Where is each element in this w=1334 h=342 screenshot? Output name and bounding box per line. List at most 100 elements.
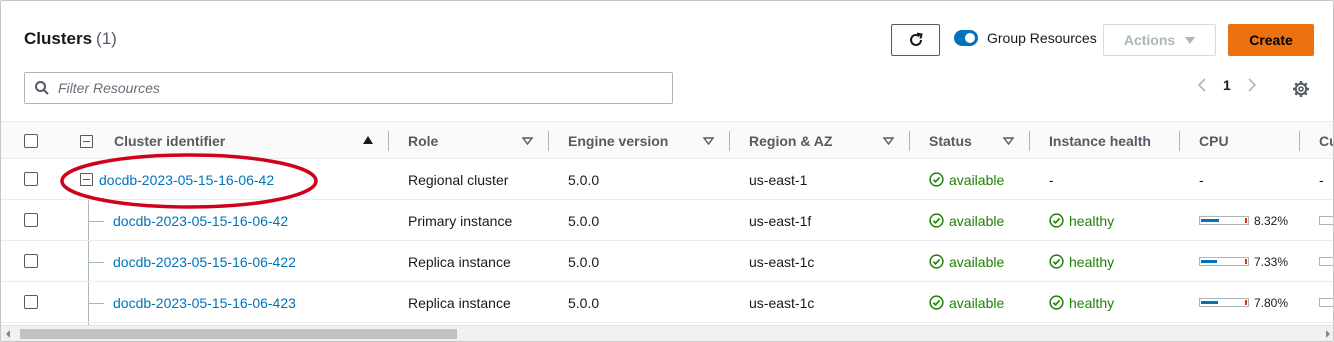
sort-caret-icon[interactable]	[703, 137, 714, 145]
table-row: docdb-2023-05-15-16-06-422 Replica insta…	[1, 241, 1333, 282]
col-label: Role	[408, 133, 439, 149]
region-cell: us-east-1c	[749, 294, 815, 311]
horizontal-scrollbar[interactable]	[1, 325, 1333, 341]
cpu-text: 8.32%	[1254, 213, 1289, 228]
status-cell: available	[929, 241, 1004, 282]
status-cell: available	[929, 200, 1004, 241]
column-divider	[1299, 131, 1300, 151]
region-cell: us-east-1c	[749, 253, 815, 270]
actions-button[interactable]: Actions	[1103, 24, 1216, 56]
check-circle-icon	[929, 213, 944, 228]
cu-cell	[1319, 200, 1333, 241]
refresh-button[interactable]	[891, 24, 940, 56]
col-cpu[interactable]: CPU	[1199, 122, 1229, 160]
sort-caret-icon[interactable]	[1003, 137, 1014, 145]
cpu-meter	[1199, 257, 1249, 266]
page-title: Clusters (1)	[24, 29, 117, 49]
search-icon	[35, 81, 49, 95]
cpu-cell: 7.33%	[1199, 241, 1288, 282]
collapse-icon	[80, 134, 93, 148]
expand-all-toggle[interactable]	[80, 122, 93, 160]
chevron-left-icon[interactable]	[1197, 77, 1207, 93]
role-cell: Primary instance	[408, 212, 513, 229]
status-text: available	[949, 253, 1005, 270]
filter-box[interactable]	[24, 72, 673, 104]
clusters-panel: Clusters (1) Group Resources Actions Crea…	[0, 0, 1334, 342]
engine-cell: 5.0.0	[568, 294, 600, 311]
group-resources-label: Group Resources	[987, 30, 1097, 46]
group-resources-toggle-wrap[interactable]: Group Resources	[954, 30, 1097, 46]
cpu-text: 7.80%	[1254, 295, 1289, 310]
sort-ascending-icon[interactable]	[363, 136, 373, 144]
col-label: Cluster identifier	[114, 133, 226, 149]
table-row: docdb-2023-05-15-16-06-42 Regional clust…	[1, 159, 1333, 200]
caret-down-icon	[1185, 36, 1196, 44]
scroll-right-icon[interactable]	[1326, 330, 1330, 338]
gear-icon[interactable]	[1291, 79, 1311, 99]
page-number[interactable]: 1	[1223, 77, 1231, 93]
cu-meter	[1319, 216, 1333, 225]
region-cell: us-east-1f	[749, 212, 812, 229]
instance-identifier-link[interactable]: docdb-2023-05-15-16-06-423	[113, 282, 296, 323]
column-divider	[1029, 131, 1030, 151]
col-label: Engine version	[568, 133, 669, 149]
status-cell: available	[929, 282, 1004, 323]
cpu-meter	[1199, 298, 1249, 307]
cu-cell	[1319, 241, 1333, 282]
col-label: Region & AZ	[749, 133, 833, 149]
col-label: Instance health	[1049, 133, 1151, 149]
status-text: available	[949, 212, 1005, 229]
col-cluster-identifier[interactable]: Cluster identifier	[114, 122, 225, 160]
col-cu[interactable]: Cu	[1319, 122, 1333, 160]
sort-caret-icon[interactable]	[883, 137, 894, 145]
instance-identifier-link[interactable]: docdb-2023-05-15-16-06-422	[113, 241, 296, 282]
row-checkbox[interactable]	[24, 172, 38, 186]
sort-caret-icon[interactable]	[522, 137, 533, 145]
select-all-checkbox[interactable]	[24, 134, 38, 148]
col-status[interactable]: Status	[929, 122, 972, 160]
check-circle-icon	[929, 295, 944, 310]
engine-cell: 5.0.0	[568, 212, 600, 229]
table-row: docdb-2023-05-15-16-06-42 Primary instan…	[1, 200, 1333, 241]
create-button[interactable]: Create	[1228, 24, 1314, 56]
scrollbar-thumb[interactable]	[20, 329, 457, 339]
cluster-count: (1)	[96, 29, 117, 48]
row-checkbox[interactable]	[24, 295, 38, 309]
row-checkbox[interactable]	[24, 254, 38, 268]
instance-identifier-link[interactable]: docdb-2023-05-15-16-06-42	[113, 200, 288, 241]
cu-meter	[1319, 257, 1333, 266]
col-engine-version[interactable]: Engine version	[568, 122, 668, 160]
chevron-right-icon[interactable]	[1247, 77, 1257, 93]
col-instance-health[interactable]: Instance health	[1049, 122, 1151, 160]
cluster-identifier-link[interactable]: docdb-2023-05-15-16-06-42	[99, 159, 274, 200]
col-region-az[interactable]: Region & AZ	[749, 122, 832, 160]
status-cell: available	[929, 159, 1004, 200]
cu-cell: -	[1319, 171, 1324, 188]
collapse-toggle[interactable]	[80, 159, 93, 200]
pagination: 1	[1197, 77, 1257, 93]
column-divider	[729, 131, 730, 151]
check-circle-icon	[929, 254, 944, 269]
cpu-cell: 7.80%	[1199, 282, 1288, 323]
cpu-cell: -	[1199, 171, 1204, 188]
health-cell: healthy	[1049, 200, 1114, 241]
engine-cell: 5.0.0	[568, 253, 600, 270]
region-cell: us-east-1	[749, 171, 808, 188]
row-checkbox[interactable]	[24, 213, 38, 227]
scroll-left-icon[interactable]	[6, 330, 10, 338]
health-text: healthy	[1069, 212, 1115, 229]
col-label: Cu	[1319, 133, 1333, 149]
column-divider	[548, 131, 549, 151]
create-label: Create	[1249, 32, 1293, 48]
collapse-icon	[80, 173, 93, 186]
cpu-cell: 8.32%	[1199, 200, 1288, 241]
cpu-meter	[1199, 216, 1249, 225]
cu-cell	[1319, 282, 1333, 323]
status-text: available	[949, 171, 1005, 188]
role-cell: Replica instance	[408, 294, 511, 311]
col-role[interactable]: Role	[408, 122, 438, 160]
column-divider	[1179, 131, 1180, 151]
group-resources-toggle[interactable]	[954, 30, 978, 46]
filter-input[interactable]	[58, 80, 638, 96]
cpu-meter-threshold	[1245, 300, 1247, 305]
